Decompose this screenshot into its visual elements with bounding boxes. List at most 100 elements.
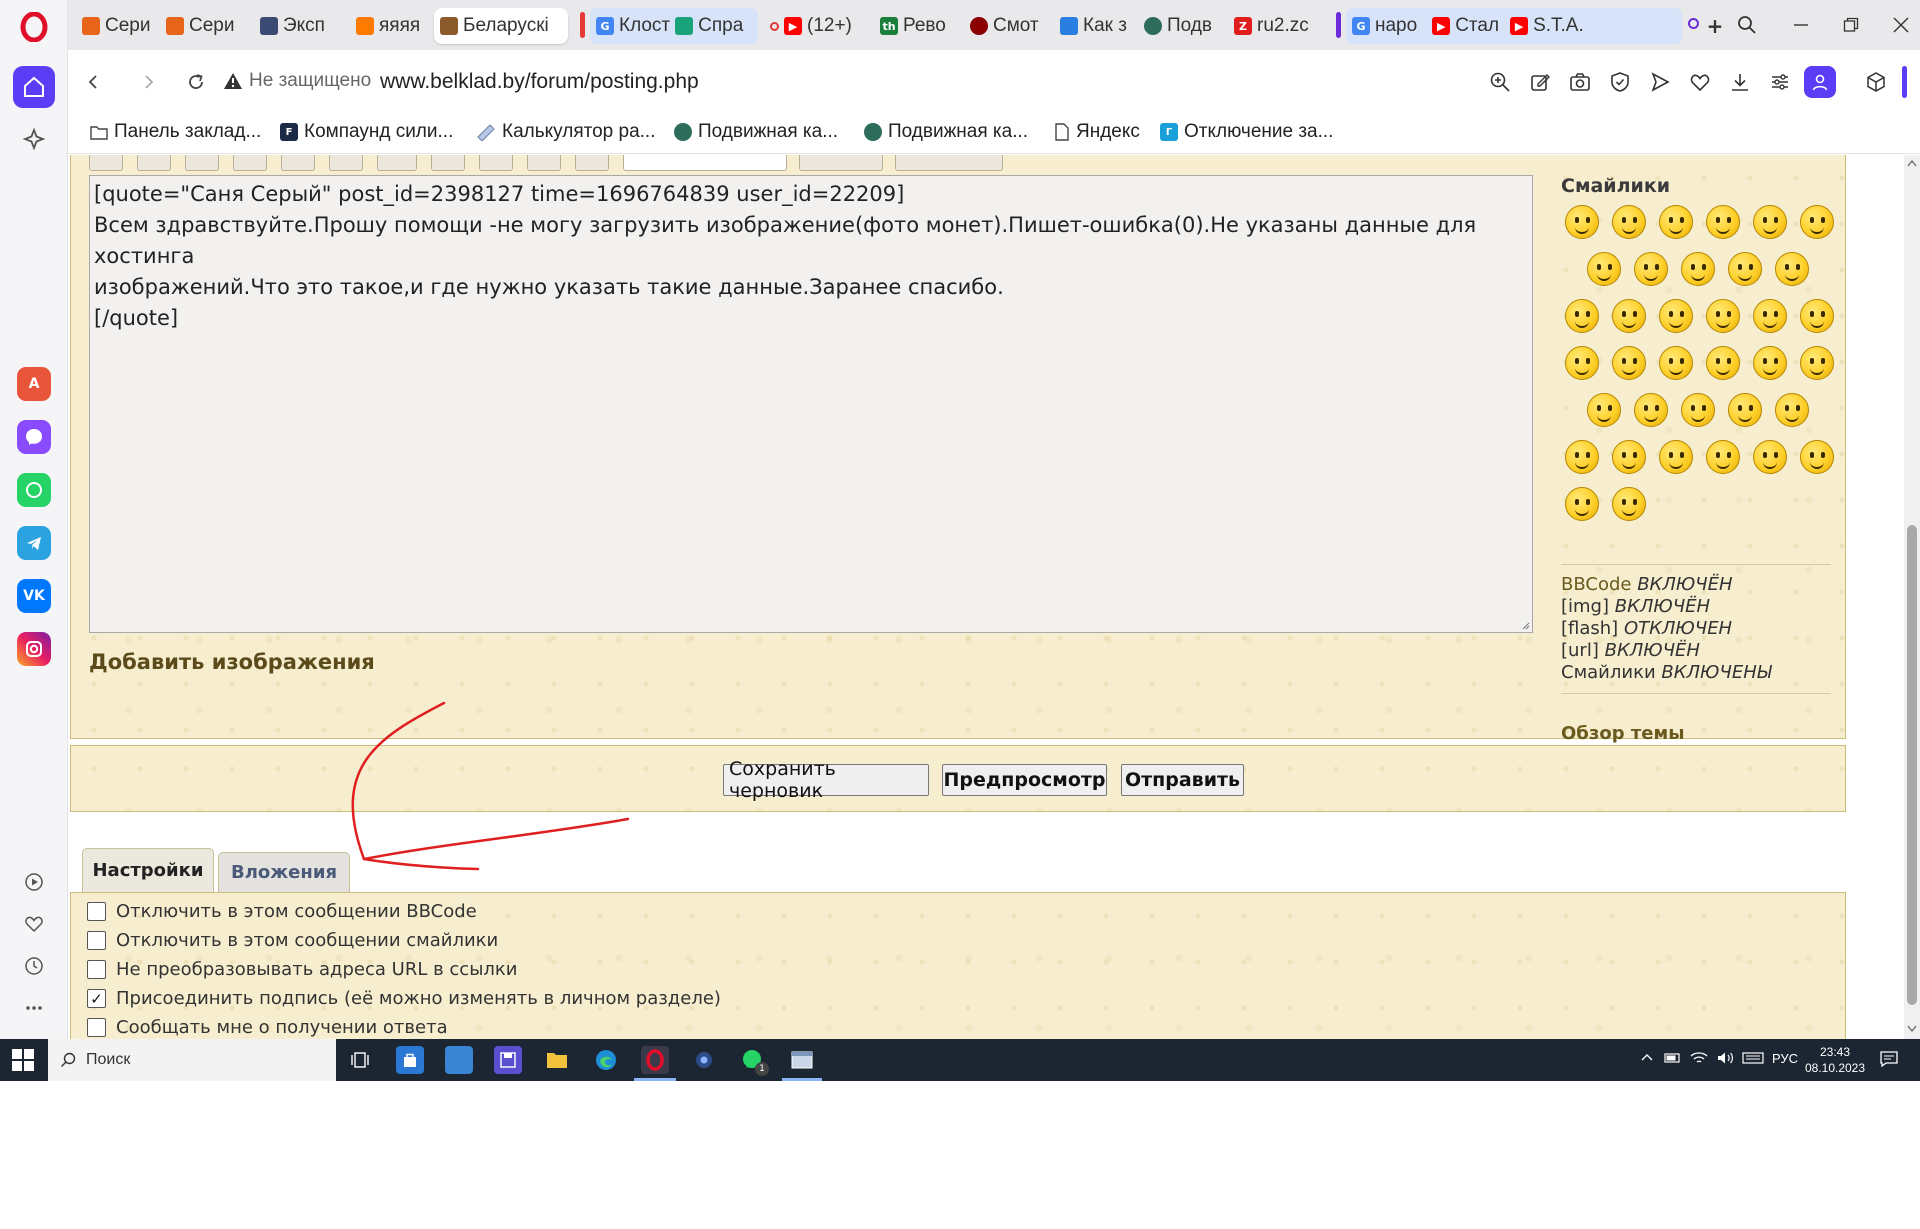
tab-1[interactable]: Сери xyxy=(160,8,240,44)
messenger-icon[interactable] xyxy=(17,420,51,454)
smiley-icon[interactable] xyxy=(1728,393,1762,427)
message-textarea[interactable]: [quote="Саня Серый" post_id=2398127 time… xyxy=(89,175,1533,633)
settings-app-icon[interactable] xyxy=(690,1046,718,1074)
control-panel-icon[interactable] xyxy=(445,1046,473,1074)
bookmark-item[interactable]: Яндекс xyxy=(1054,121,1140,143)
tab-0[interactable]: Сери xyxy=(76,8,156,44)
whatsapp-icon[interactable] xyxy=(17,473,51,507)
store-icon[interactable] xyxy=(396,1046,424,1074)
cube-icon[interactable] xyxy=(1862,68,1890,96)
smiley-icon[interactable] xyxy=(1612,440,1646,474)
forward-button[interactable] xyxy=(134,68,162,96)
smiley-icon[interactable] xyxy=(1728,252,1762,286)
edge-icon[interactable] xyxy=(592,1046,620,1074)
smiley-icon[interactable] xyxy=(1775,252,1809,286)
bbcode-button[interactable] xyxy=(137,155,171,171)
checkbox[interactable] xyxy=(87,902,106,921)
tab-10[interactable]: Как з xyxy=(1054,8,1132,44)
add-images-link[interactable]: Добавить изображения xyxy=(89,650,375,674)
camera-icon[interactable] xyxy=(1566,68,1594,96)
smiley-icon[interactable] xyxy=(1587,393,1621,427)
window-app-icon[interactable] xyxy=(788,1046,816,1074)
smiley-icon[interactable] xyxy=(1659,346,1693,380)
checkbox[interactable] xyxy=(87,1018,106,1037)
scroll-down-icon[interactable] xyxy=(1907,1025,1917,1033)
edit-icon[interactable] xyxy=(1526,68,1554,96)
smiley-icon[interactable] xyxy=(1706,440,1740,474)
telegram-icon[interactable] xyxy=(17,526,51,560)
smiley-icon[interactable] xyxy=(1706,205,1740,239)
smiley-icon[interactable] xyxy=(1753,346,1787,380)
smiley-icon[interactable] xyxy=(1681,252,1715,286)
bbcode-button[interactable] xyxy=(431,155,465,171)
option-disable-bbcode[interactable]: Отключить в этом сообщении BBCode xyxy=(87,901,477,922)
back-button[interactable] xyxy=(80,68,108,96)
windows-start-icon[interactable] xyxy=(12,1049,34,1071)
smiley-icon[interactable] xyxy=(1706,346,1740,380)
smiley-icon[interactable] xyxy=(1634,252,1668,286)
smiley-icon[interactable] xyxy=(1612,346,1646,380)
clock[interactable]: 23:43 08.10.2023 xyxy=(1800,1044,1870,1076)
topic-review-link[interactable]: Обзор темы xyxy=(1561,723,1684,744)
whatsapp-taskbar-icon[interactable]: 1 xyxy=(739,1046,769,1076)
favorite-heart-icon[interactable] xyxy=(1686,68,1714,96)
vk-icon[interactable]: VK xyxy=(17,579,51,613)
smiley-icon[interactable] xyxy=(1659,299,1693,333)
profile-icon[interactable] xyxy=(1804,66,1836,98)
notifications-icon[interactable] xyxy=(1880,1051,1898,1070)
opera-logo-icon[interactable] xyxy=(13,6,55,48)
bbcode-button[interactable] xyxy=(479,155,513,171)
smiley-icon[interactable] xyxy=(1565,346,1599,380)
tab-11[interactable]: Подв xyxy=(1138,8,1222,44)
smiley-icon[interactable] xyxy=(1706,299,1740,333)
smiley-icon[interactable] xyxy=(1565,440,1599,474)
shield-icon[interactable] xyxy=(1606,68,1634,96)
smiley-icon[interactable] xyxy=(1565,299,1599,333)
new-tab-button[interactable]: + xyxy=(1702,13,1728,39)
smiley-icon[interactable] xyxy=(1800,346,1834,380)
smiley-icon[interactable] xyxy=(1612,299,1646,333)
url-field[interactable]: www.belklad.by/forum/posting.php xyxy=(380,70,699,94)
bbcode-button[interactable] xyxy=(185,155,219,171)
tab-8[interactable]: th Рево xyxy=(874,8,954,44)
aria-app-icon[interactable]: A xyxy=(17,367,51,401)
font-size-select[interactable] xyxy=(623,155,787,171)
minimize-icon[interactable] xyxy=(1788,12,1814,38)
bookmark-folder[interactable]: Панель заклад... xyxy=(90,121,261,143)
option-notify-reply[interactable]: Сообщать мне о получении ответа xyxy=(87,1017,448,1038)
bookmark-item[interactable]: Подвижная ка... xyxy=(864,121,1028,143)
player-icon[interactable] xyxy=(20,868,48,896)
smiley-icon[interactable] xyxy=(1800,299,1834,333)
smiley-icon[interactable] xyxy=(1612,487,1646,521)
wifi-icon[interactable] xyxy=(1690,1051,1708,1068)
language-indicator[interactable]: РУС xyxy=(1772,1051,1798,1066)
preview-button[interactable]: Предпросмотр xyxy=(942,764,1107,796)
option-no-url-parse[interactable]: Не преобразовывать адреса URL в ссылки xyxy=(87,959,518,980)
tab-3[interactable]: яяяя xyxy=(350,8,430,44)
history-icon[interactable] xyxy=(20,952,48,980)
bookmark-item[interactable]: F Компаунд сили... xyxy=(280,121,453,143)
checkbox-checked[interactable]: ✓ xyxy=(87,989,106,1008)
smiley-icon[interactable] xyxy=(1587,252,1621,286)
file-explorer-icon[interactable] xyxy=(543,1046,571,1074)
bookmark-item[interactable]: Г Отключение за... xyxy=(1160,121,1333,143)
zoom-icon[interactable] xyxy=(1486,68,1514,96)
bbcode-button[interactable] xyxy=(329,155,363,171)
checkbox[interactable] xyxy=(87,931,106,950)
tab-9[interactable]: Смот xyxy=(964,8,1048,44)
option-attach-signature[interactable]: ✓ Присоединить подпись (её можно изменять… xyxy=(87,988,721,1009)
smiley-icon[interactable] xyxy=(1659,205,1693,239)
tab-group-marker-purple[interactable] xyxy=(1336,12,1341,38)
taskbar-search[interactable]: Поиск xyxy=(48,1039,336,1081)
smiley-icon[interactable] xyxy=(1565,487,1599,521)
tab-group-red[interactable]: G Клост Спра xyxy=(590,8,758,44)
checkbox[interactable] xyxy=(87,960,106,979)
tab-7[interactable]: ▶ (12+) xyxy=(764,8,870,44)
restore-icon[interactable] xyxy=(1838,12,1864,38)
bbcode-button[interactable] xyxy=(377,155,417,171)
ai-sparkle-icon[interactable] xyxy=(13,118,55,160)
smiley-icon[interactable] xyxy=(1753,205,1787,239)
bbcode-button[interactable] xyxy=(799,155,883,171)
home-icon[interactable] xyxy=(13,66,55,108)
page-scrollbar[interactable] xyxy=(1904,155,1920,1039)
